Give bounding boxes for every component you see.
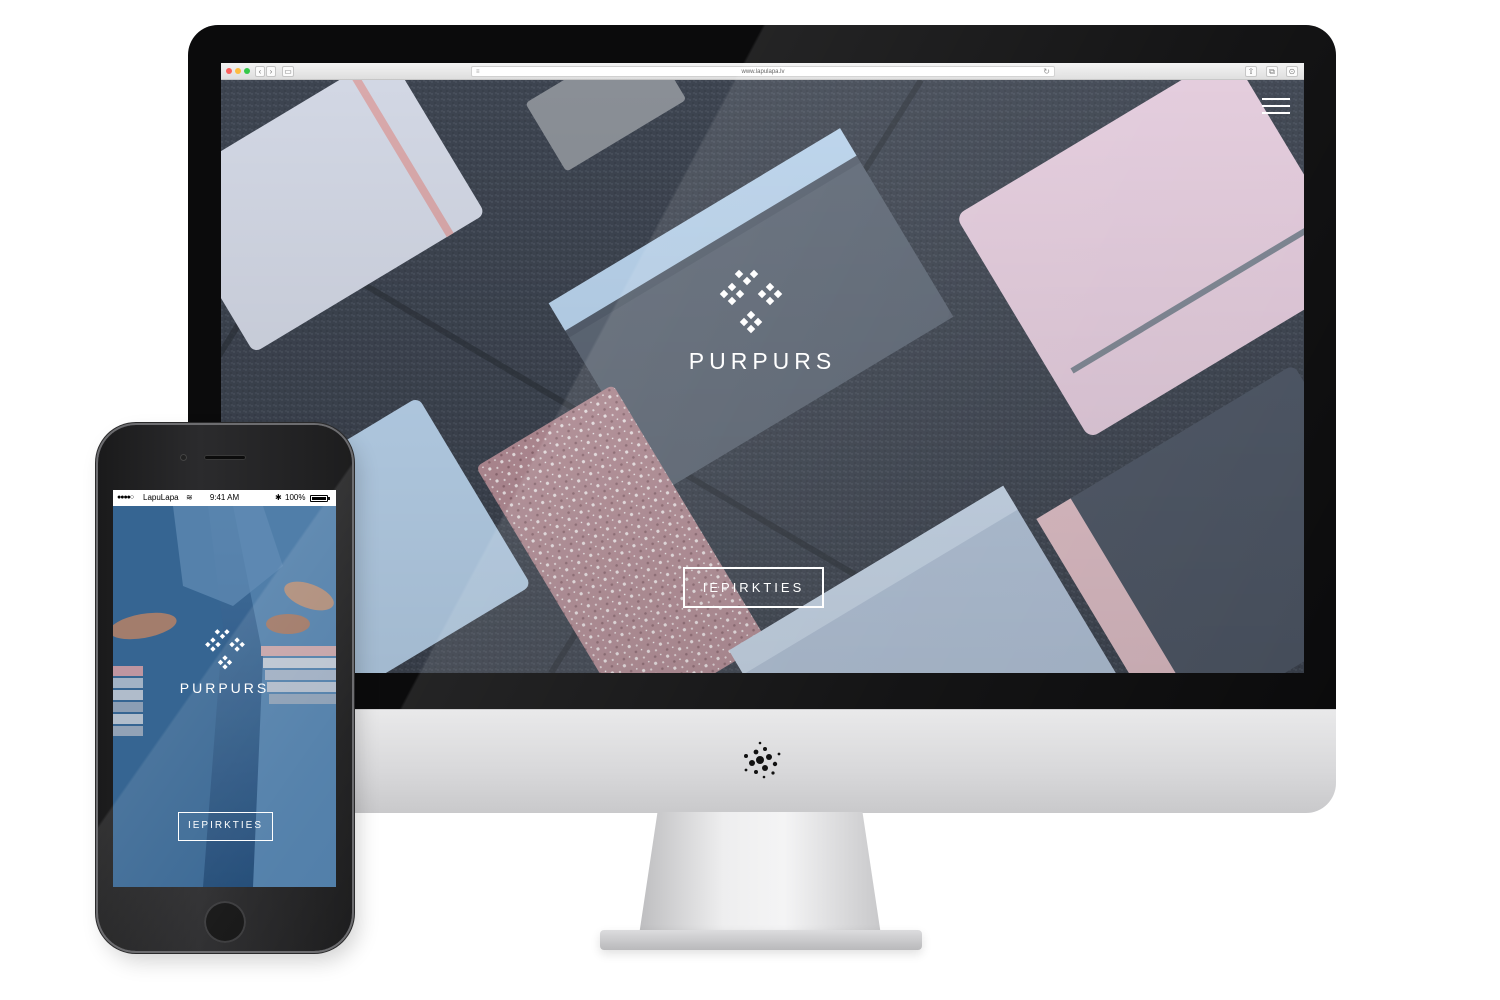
bluetooth-icon: ✱: [275, 493, 282, 502]
purpurs-logo-icon: [205, 629, 245, 670]
share-icon[interactable]: ⇧: [1245, 66, 1257, 77]
hamburger-menu-icon[interactable]: [1262, 98, 1290, 114]
window-minimize-button[interactable]: [235, 68, 241, 74]
address-bar[interactable]: ≡ www.lapulapa.lv ↻: [471, 66, 1055, 77]
purpurs-logo-icon: [719, 269, 783, 334]
desktop-browser-window: ‹ › ▭ ≡ www.lapulapa.lv ↻ ⇧ ⧉ ⊙ PURPURS …: [221, 63, 1304, 673]
downloads-icon[interactable]: ⊙: [1286, 66, 1298, 77]
back-icon[interactable]: ‹: [255, 66, 265, 77]
imac-stand: [638, 812, 882, 942]
mobile-hero: PURPURS IEPIRKTIES: [113, 506, 336, 887]
brand-wordmark: PURPURS: [179, 680, 270, 696]
window-close-button[interactable]: [226, 68, 232, 74]
battery-percentage: 100%: [285, 493, 306, 502]
tabs-overview-icon[interactable]: ⧉: [1266, 66, 1278, 77]
window-zoom-button[interactable]: [244, 68, 250, 74]
ios-status-bar: ●●●●○ LapuLapa ≋ 9:41 AM ✱ 100%: [113, 490, 336, 506]
front-camera-icon: [180, 454, 187, 461]
phone-screen: ●●●●○ LapuLapa ≋ 9:41 AM ✱ 100% PURPURS …: [113, 490, 336, 887]
brand-wordmark: PURPURS: [688, 348, 837, 374]
browser-toolbar: ‹ › ▭ ≡ www.lapulapa.lv ↻ ⇧ ⧉ ⊙: [221, 63, 1304, 80]
address-bar-url: www.lapulapa.lv: [741, 69, 785, 75]
iphone-device: ●●●●○ LapuLapa ≋ 9:41 AM ✱ 100% PURPURS …: [98, 425, 352, 951]
imac-stand-base: [600, 930, 922, 950]
shop-button[interactable]: IEPIRKTIES: [178, 812, 273, 841]
shop-button[interactable]: IEPIRKTIES: [683, 567, 824, 608]
battery-icon: [310, 495, 330, 502]
device-brand-logo-icon: [744, 741, 781, 779]
device-mockup-scene: ‹ › ▭ ≡ www.lapulapa.lv ↻ ⇧ ⧉ ⊙ PURPURS …: [0, 0, 1500, 1000]
reload-icon[interactable]: ↻: [1043, 67, 1050, 77]
sidebar-icon[interactable]: ▭: [282, 66, 294, 77]
earpiece-speaker: [204, 455, 246, 460]
home-button[interactable]: [204, 901, 246, 943]
forward-icon[interactable]: ›: [266, 66, 276, 77]
purpurs-hero: PURPURS IEPIRKTIES: [221, 80, 1304, 673]
